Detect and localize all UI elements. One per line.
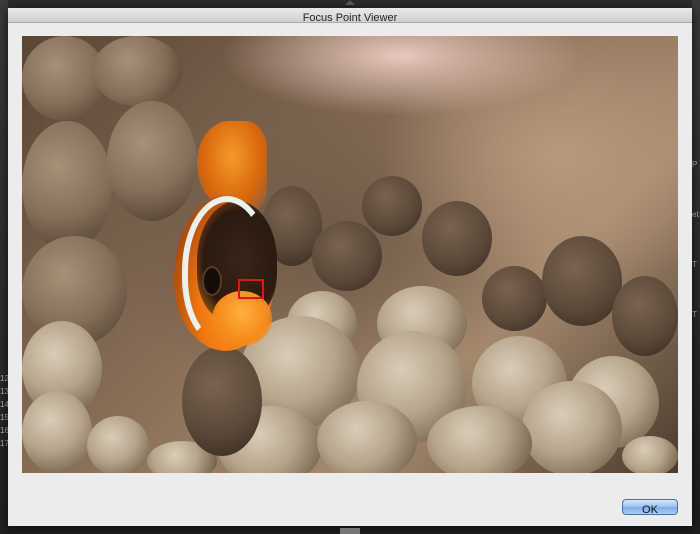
dialog-title: Focus Point Viewer (302, 12, 398, 24)
panel-label: P (692, 160, 698, 169)
row-number: 13 (0, 387, 8, 396)
anemone-bubble (317, 401, 417, 473)
anemone-bubble (542, 236, 622, 326)
anemone-bubble (182, 346, 262, 456)
background-app-left-edge (0, 0, 8, 534)
anemone-bubble (22, 121, 112, 251)
anemone-bubble (92, 36, 182, 106)
anemone-bubble (422, 201, 492, 276)
background-app-panel-labels: P et T T (692, 140, 700, 340)
clownfish-eye (202, 266, 222, 296)
background-app-resize-tab[interactable] (340, 528, 360, 534)
ok-button[interactable]: OK (622, 499, 678, 516)
background-app-row-numbers: 12 13 14 15 16 17 (0, 372, 8, 450)
ok-button-label: OK (642, 504, 658, 516)
anemone-bubble (87, 416, 149, 473)
dialog-title-bar: Focus Point Viewer (8, 8, 692, 24)
anemone-bubble (312, 221, 382, 291)
row-number: 12 (0, 374, 8, 383)
anemone-bubble (622, 436, 678, 473)
photo-preview (22, 36, 678, 473)
row-number: 17 (0, 439, 8, 448)
row-number: 15 (0, 413, 8, 422)
focus-point-marker (238, 279, 264, 299)
anemone-bubble (362, 176, 422, 236)
anemone-bubble (612, 276, 678, 356)
panel-label: T (692, 260, 697, 269)
anemone-bubble (22, 391, 92, 473)
panel-label: T (692, 310, 697, 319)
row-number: 16 (0, 426, 8, 435)
anemone-bubble (482, 266, 547, 331)
anemone-bubble (107, 101, 197, 221)
clownfish-snout (212, 291, 272, 346)
row-number: 14 (0, 400, 8, 409)
anemone-bubble (522, 381, 622, 473)
panel-label: et (692, 210, 699, 219)
anemone-bubble (427, 406, 532, 473)
focus-point-viewer-dialog: Focus Point Viewer OK (8, 8, 692, 526)
sheet-attach-notch (345, 0, 355, 5)
